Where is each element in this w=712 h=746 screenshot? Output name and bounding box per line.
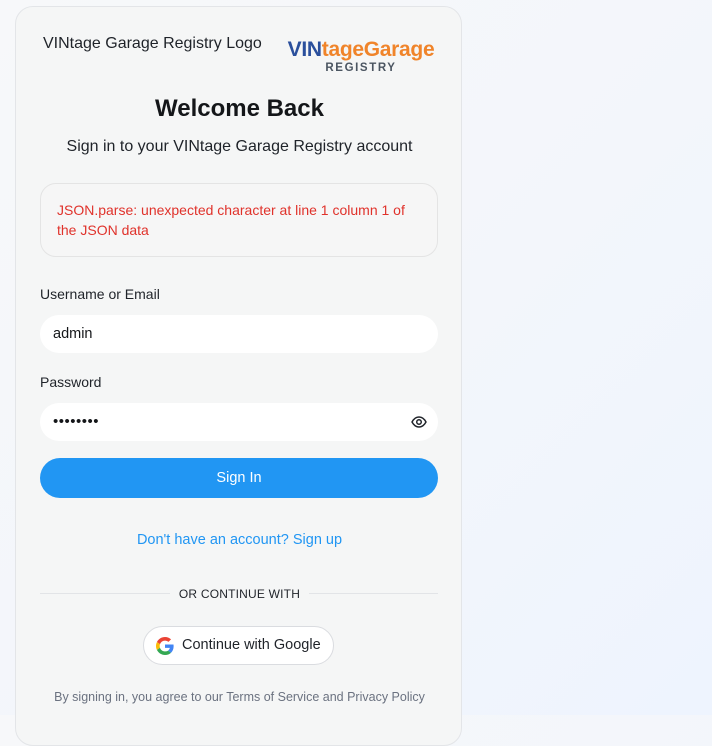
username-input[interactable] (40, 315, 438, 353)
page-subtitle: Sign in to your VINtage Garage Registry … (66, 138, 413, 155)
sign-in-button[interactable]: Sign In (40, 458, 438, 498)
logo-alt-text: VINtage Garage Registry Logo (43, 35, 262, 52)
brand-subtitle: REGISTRY (325, 62, 397, 74)
brand-name: VINtageGarage (284, 39, 438, 61)
login-card: VINtage Garage Registry Logo VINtageGara… (15, 6, 462, 746)
password-label: Password (40, 374, 102, 390)
logo-row: VINtage Garage Registry Logo VINtageGara… (16, 35, 463, 85)
google-g-icon (156, 637, 174, 655)
divider-label-row: OR CONTINUE WITH (16, 585, 463, 603)
signup-link[interactable]: Don't have an account? Sign up (16, 532, 463, 548)
brand-logo[interactable]: VINtageGarage REGISTRY (284, 39, 438, 75)
brand-rest: tageGarage (321, 38, 435, 61)
password-input[interactable]: •••••••• (40, 403, 438, 441)
username-label: Username or Email (40, 286, 160, 302)
error-alert: JSON.parse: unexpected character at line… (40, 183, 438, 257)
google-signin-button[interactable]: Continue with Google (143, 626, 334, 665)
brand-vin: VIN (287, 38, 322, 61)
divider-label: OR CONTINUE WITH (169, 587, 310, 601)
google-button-label: Continue with Google (182, 637, 321, 653)
page-title: Welcome Back (155, 95, 324, 122)
error-message: JSON.parse: unexpected character at line… (57, 202, 405, 238)
eye-icon[interactable] (411, 414, 427, 430)
terms-notice: By signing in, you agree to our Terms of… (54, 690, 425, 704)
password-value: •••••••• (53, 413, 100, 430)
